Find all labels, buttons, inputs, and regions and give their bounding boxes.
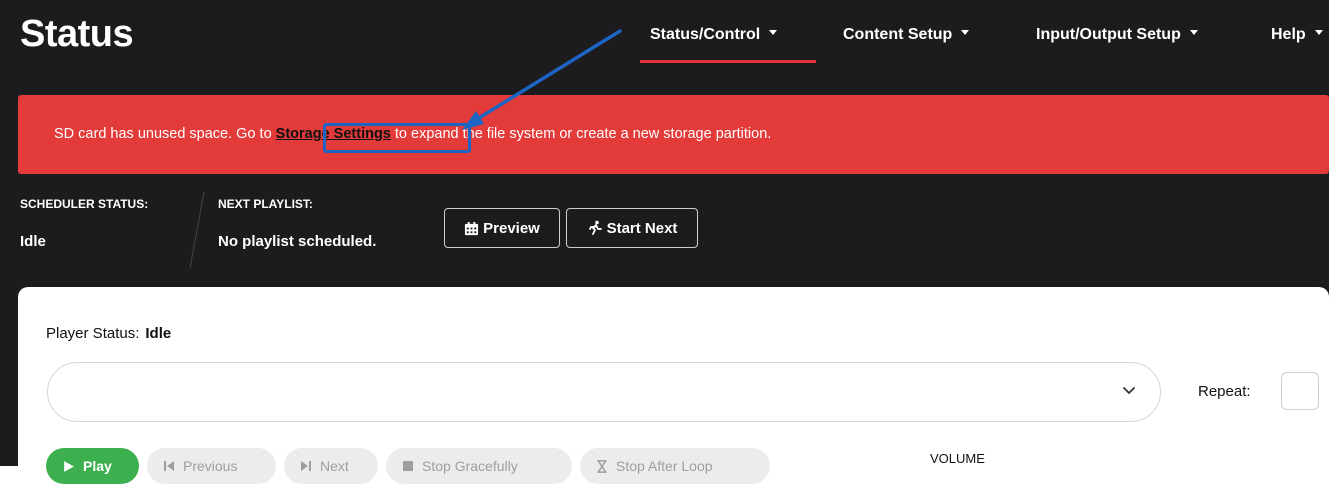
previous-label: Previous bbox=[183, 458, 238, 474]
play-label: Play bbox=[83, 458, 112, 474]
nav-status-control[interactable]: Status/Control bbox=[650, 26, 778, 44]
nav-help[interactable]: Help bbox=[1271, 26, 1323, 44]
preview-label: Preview bbox=[483, 219, 540, 237]
storage-alert: SD card has unused space. Go to Storage … bbox=[18, 95, 1329, 174]
running-person-icon bbox=[588, 220, 602, 235]
app-background: Status Status/Control Content Setup Inpu… bbox=[0, 0, 1329, 484]
nav-label: Input/Output Setup bbox=[1036, 26, 1181, 43]
repeat-label: Repeat: bbox=[1198, 383, 1251, 400]
caret-down-icon bbox=[769, 30, 778, 36]
previous-button[interactable]: Previous bbox=[147, 448, 276, 484]
stop-after-loop-button[interactable]: Stop After Loop bbox=[580, 448, 770, 484]
play-icon bbox=[64, 460, 74, 472]
player-status-label: Player Status: bbox=[46, 325, 140, 342]
stop-gracefully-button[interactable]: Stop Gracefully bbox=[386, 448, 572, 484]
nav-label: Status/Control bbox=[650, 26, 761, 43]
status-divider bbox=[189, 191, 205, 269]
preview-button[interactable]: Preview bbox=[444, 208, 560, 248]
player-status-value: Idle bbox=[145, 325, 172, 342]
nav-content-setup[interactable]: Content Setup bbox=[843, 26, 970, 44]
scheduler-status-label: SCHEDULER STATUS: bbox=[20, 197, 149, 211]
alert-text-before: SD card has unused space. Go to bbox=[54, 126, 276, 142]
stop-after-loop-label: Stop After Loop bbox=[616, 458, 713, 474]
nav-label: Content Setup bbox=[843, 26, 953, 43]
player-status: Player Status: Idle bbox=[46, 325, 171, 342]
next-label: Next bbox=[320, 458, 349, 474]
calendar-icon bbox=[465, 221, 479, 235]
start-next-label: Start Next bbox=[606, 219, 678, 237]
next-button[interactable]: Next bbox=[284, 448, 378, 484]
repeat-checkbox[interactable] bbox=[1281, 372, 1319, 410]
caret-down-icon bbox=[1189, 30, 1198, 36]
nav-label: Help bbox=[1271, 26, 1306, 43]
chevron-down-icon bbox=[1123, 387, 1135, 394]
player-card: Player Status: Idle Repeat: Play Previous… bbox=[18, 287, 1329, 484]
hourglass-icon bbox=[597, 459, 607, 473]
play-button[interactable]: Play bbox=[46, 448, 139, 484]
nav-input-output-setup[interactable]: Input/Output Setup bbox=[1036, 26, 1198, 44]
stop-icon bbox=[403, 461, 413, 471]
skip-next-icon bbox=[301, 461, 311, 471]
caret-down-icon bbox=[961, 30, 970, 36]
next-playlist-label: NEXT PLAYLIST: bbox=[218, 197, 313, 211]
volume-label: VOLUME bbox=[930, 451, 985, 466]
annotation-highlight-box bbox=[323, 123, 471, 153]
caret-down-icon bbox=[1314, 30, 1323, 36]
skip-previous-icon bbox=[164, 461, 174, 471]
next-playlist-value: No playlist scheduled. bbox=[218, 233, 377, 250]
stop-gracefully-label: Stop Gracefully bbox=[422, 458, 518, 474]
nav-active-underline bbox=[640, 60, 816, 63]
scheduler-status-value: Idle bbox=[20, 233, 46, 250]
start-next-button[interactable]: Start Next bbox=[566, 208, 698, 248]
page-title: Status bbox=[20, 13, 134, 55]
playlist-select[interactable] bbox=[47, 362, 1161, 422]
